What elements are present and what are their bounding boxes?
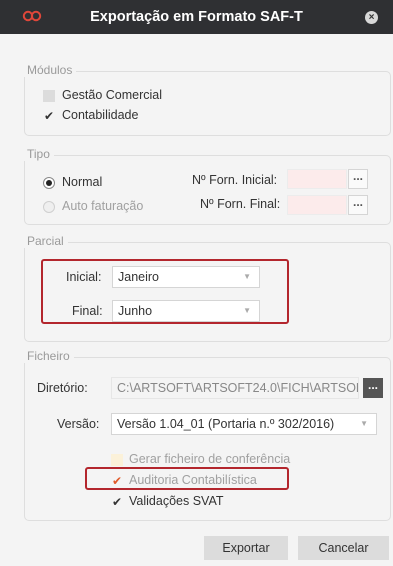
auto-faturacao-radio[interactable]	[43, 201, 55, 213]
versao-select[interactable]: Versão 1.04_01 (Portaria n.º 302/2016) ▼	[111, 413, 377, 435]
diretorio-label: Diretório:	[37, 381, 88, 395]
modulos-legend: Módulos	[23, 63, 77, 77]
diretorio-browse-button[interactable]: ...	[363, 378, 383, 398]
parcial-legend: Parcial	[23, 234, 68, 248]
forn-final-label: Nº Forn. Final:	[200, 197, 281, 211]
contabilidade-checkbox[interactable]: ✔	[43, 110, 55, 122]
title-bar: Exportação em Formato SAF-T ×	[0, 0, 393, 34]
forn-final-input[interactable]	[287, 195, 347, 215]
forn-final-browse-button[interactable]: ...	[348, 195, 368, 215]
auditoria-highlight-box	[85, 467, 289, 490]
chevron-down-icon: ▼	[360, 419, 368, 428]
diretorio-input[interactable]: C:\ARTSOFT\ARTSOFT24.0\FICH\ARTSOF	[111, 377, 359, 399]
close-icon[interactable]: ×	[365, 11, 378, 24]
saft-export-dialog: Exportação em Formato SAF-T × Módulos Ge…	[0, 0, 393, 566]
window-title: Exportação em Formato SAF-T	[90, 9, 303, 25]
forn-inicial-browse-button[interactable]: ...	[348, 169, 368, 189]
gestao-comercial-label: Gestão Comercial	[62, 88, 163, 102]
modulos-group: Módulos Gestão Comercial ✔ Contabilidade	[23, 63, 391, 136]
gestao-comercial-checkbox[interactable]	[43, 90, 55, 102]
versao-value: Versão 1.04_01 (Portaria n.º 302/2016)	[117, 417, 335, 431]
contabilidade-label: Contabilidade	[62, 108, 139, 122]
validacoes-svat-checkbox[interactable]: ✔	[111, 496, 123, 508]
validacoes-svat-label: Validações SVAT	[129, 494, 224, 508]
tipo-legend: Tipo	[23, 147, 54, 161]
parcial-highlight-box	[41, 259, 289, 324]
versao-label: Versão:	[57, 417, 100, 431]
normal-radio[interactable]	[43, 177, 55, 189]
normal-label: Normal	[62, 175, 103, 189]
exportar-button[interactable]: Exportar	[204, 536, 288, 560]
cancelar-button[interactable]: Cancelar	[298, 536, 389, 560]
forn-inicial-label: Nº Forn. Inicial:	[192, 173, 278, 187]
ficheiro-legend: Ficheiro	[23, 349, 74, 363]
ficheiro-group: Ficheiro Diretório: C:\ARTSOFT\ARTSOFT24…	[23, 349, 391, 521]
gerar-conferencia-checkbox[interactable]	[111, 454, 123, 466]
forn-inicial-input[interactable]	[287, 169, 347, 189]
gerar-conferencia-label: Gerar ficheiro de conferência	[129, 452, 291, 466]
auto-faturacao-label: Auto faturação	[62, 199, 144, 213]
tipo-group: Tipo Normal Nº Forn. Inicial: ... Auto f…	[23, 147, 391, 225]
